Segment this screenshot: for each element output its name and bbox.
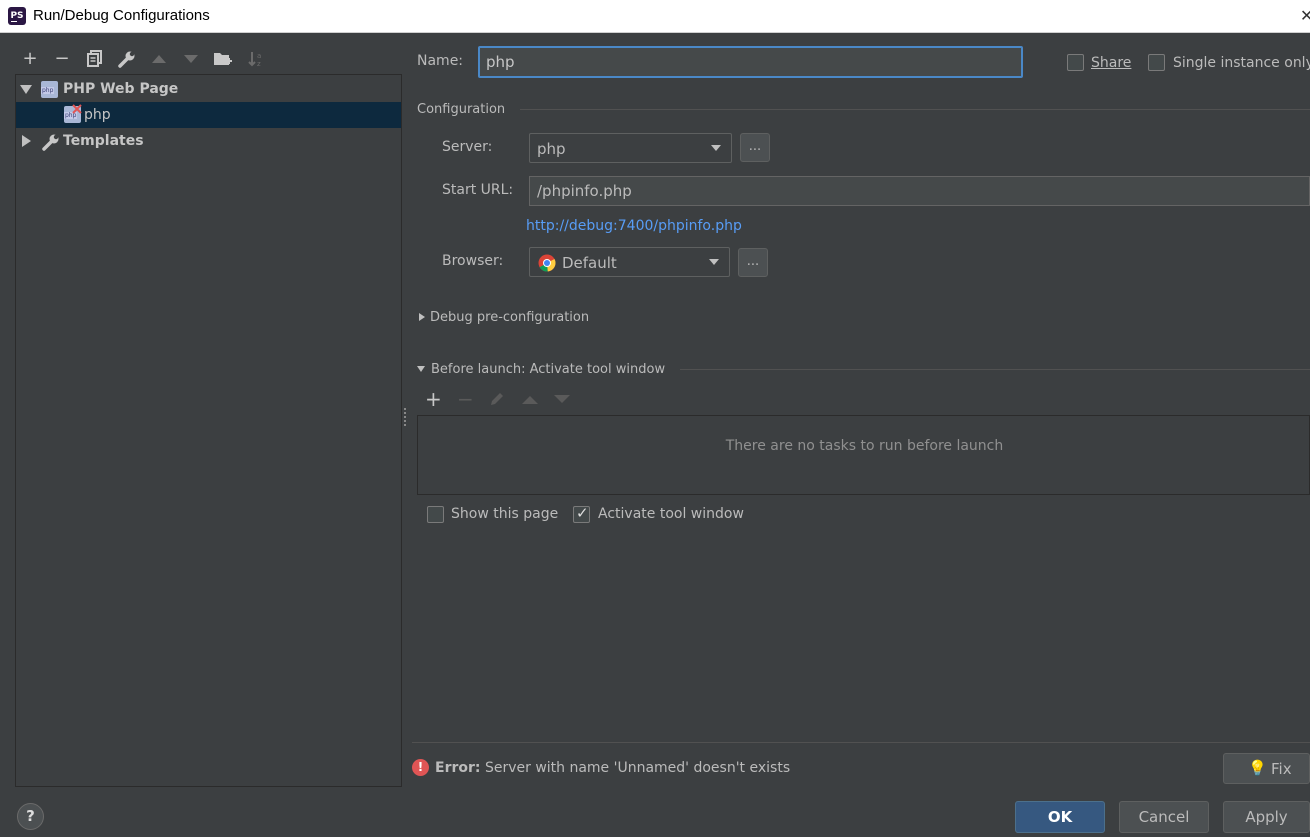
error-text: Server with name 'Unnamed' doesn't exist…: [484, 760, 791, 776]
expand-arrow-icon[interactable]: [20, 85, 32, 94]
move-task-down-icon[interactable]: [554, 395, 570, 404]
copy-icon[interactable]: [84, 48, 106, 70]
expand-arrow-icon[interactable]: [419, 313, 425, 321]
wrench-icon[interactable]: [116, 48, 138, 70]
wrench-icon: [42, 134, 59, 151]
move-up-icon[interactable]: [148, 48, 170, 70]
add-icon[interactable]: +: [19, 48, 41, 70]
phpstorm-app-icon: PS: [8, 7, 26, 25]
remove-icon[interactable]: −: [51, 48, 73, 70]
show-page-checkbox[interactable]: [427, 506, 444, 523]
tree-item-php[interactable]: php: [16, 102, 401, 128]
sort-icon[interactable]: az: [245, 48, 267, 70]
activate-tool-window-label: Activate tool window: [598, 506, 744, 522]
error-message: Error: Server with name 'Unnamed' doesn'…: [435, 760, 790, 776]
tree-item-label: PHP Web Page: [63, 81, 179, 97]
php-web-page-icon: [41, 81, 58, 98]
fix-label: Fix: [1271, 760, 1292, 778]
apply-button[interactable]: Apply: [1223, 801, 1310, 833]
tree-item-label: php: [84, 107, 111, 123]
server-browse-button[interactable]: ...: [740, 133, 770, 162]
close-window-icon[interactable]: ✕: [1300, 6, 1310, 25]
svg-text:z: z: [257, 60, 261, 68]
tree-item-templates[interactable]: Templates: [16, 128, 401, 154]
move-task-up-icon[interactable]: [522, 395, 538, 404]
browser-select-value: Default: [562, 254, 617, 272]
name-input[interactable]: php: [486, 53, 515, 71]
browser-label: Browser:: [442, 253, 504, 269]
chevron-down-icon: [711, 145, 721, 151]
fix-button[interactable]: 💡 Fix: [1223, 753, 1310, 784]
resolved-url-link[interactable]: http://debug:7400/phpinfo.php: [526, 218, 742, 234]
configuration-separator: [520, 109, 1310, 110]
browser-select[interactable]: Default: [529, 247, 730, 277]
before-launch-separator: [680, 369, 1310, 370]
edit-task-icon[interactable]: [489, 391, 505, 407]
configuration-header: Configuration: [417, 102, 506, 117]
error-icon: !: [412, 759, 429, 776]
help-button[interactable]: ?: [17, 803, 44, 830]
svg-text:a: a: [257, 52, 261, 60]
add-task-icon[interactable]: +: [425, 389, 442, 409]
before-launch-task-list[interactable]: There are no tasks to run before launch: [417, 415, 1310, 495]
new-folder-icon[interactable]: [212, 48, 234, 70]
configuration-tree[interactable]: PHP Web Page php Templates: [15, 74, 402, 787]
ok-button[interactable]: OK: [1015, 801, 1105, 833]
start-url-value: /phpinfo.php: [537, 182, 632, 200]
single-instance-checkbox[interactable]: [1148, 54, 1165, 71]
debug-preconfig-toggle[interactable]: Debug pre-configuration: [430, 310, 589, 325]
cancel-button[interactable]: Cancel: [1119, 801, 1209, 833]
server-select-value: php: [537, 140, 566, 158]
remove-task-icon[interactable]: −: [457, 389, 474, 409]
name-label: Name:: [417, 53, 464, 69]
show-page-label: Show this page: [451, 506, 559, 522]
tree-item-label: Templates: [63, 133, 144, 149]
before-launch-header[interactable]: Before launch: Activate tool window: [431, 362, 665, 377]
title-bar: PS Run/Debug Configurations ✕: [0, 0, 1310, 33]
collapse-arrow-icon[interactable]: [22, 135, 31, 147]
panel-splitter[interactable]: [404, 408, 408, 426]
name-input-wrapper[interactable]: php: [478, 46, 1023, 78]
chevron-down-icon: [709, 259, 719, 265]
error-separator: [412, 742, 1310, 743]
window-title: Run/Debug Configurations: [33, 7, 210, 24]
error-mark-icon: [72, 104, 82, 114]
empty-tasks-message: There are no tasks to run before launch: [725, 438, 1004, 454]
tree-item-php-web-page[interactable]: PHP Web Page: [16, 76, 401, 102]
share-label: Share: [1091, 55, 1132, 71]
server-label: Server:: [442, 139, 493, 155]
browser-browse-button[interactable]: ...: [738, 248, 768, 277]
server-select[interactable]: php: [529, 133, 732, 163]
single-instance-label: Single instance only: [1173, 55, 1310, 71]
lightbulb-icon: 💡: [1248, 759, 1267, 777]
error-prefix: Error:: [435, 760, 481, 776]
share-checkbox[interactable]: [1067, 54, 1084, 71]
chrome-icon: [538, 254, 556, 272]
collapse-arrow-icon[interactable]: [417, 366, 425, 372]
activate-tool-window-checkbox[interactable]: [573, 504, 590, 523]
move-down-icon[interactable]: [180, 48, 202, 70]
start-url-label: Start URL:: [442, 182, 514, 198]
start-url-input[interactable]: /phpinfo.php: [529, 176, 1310, 206]
